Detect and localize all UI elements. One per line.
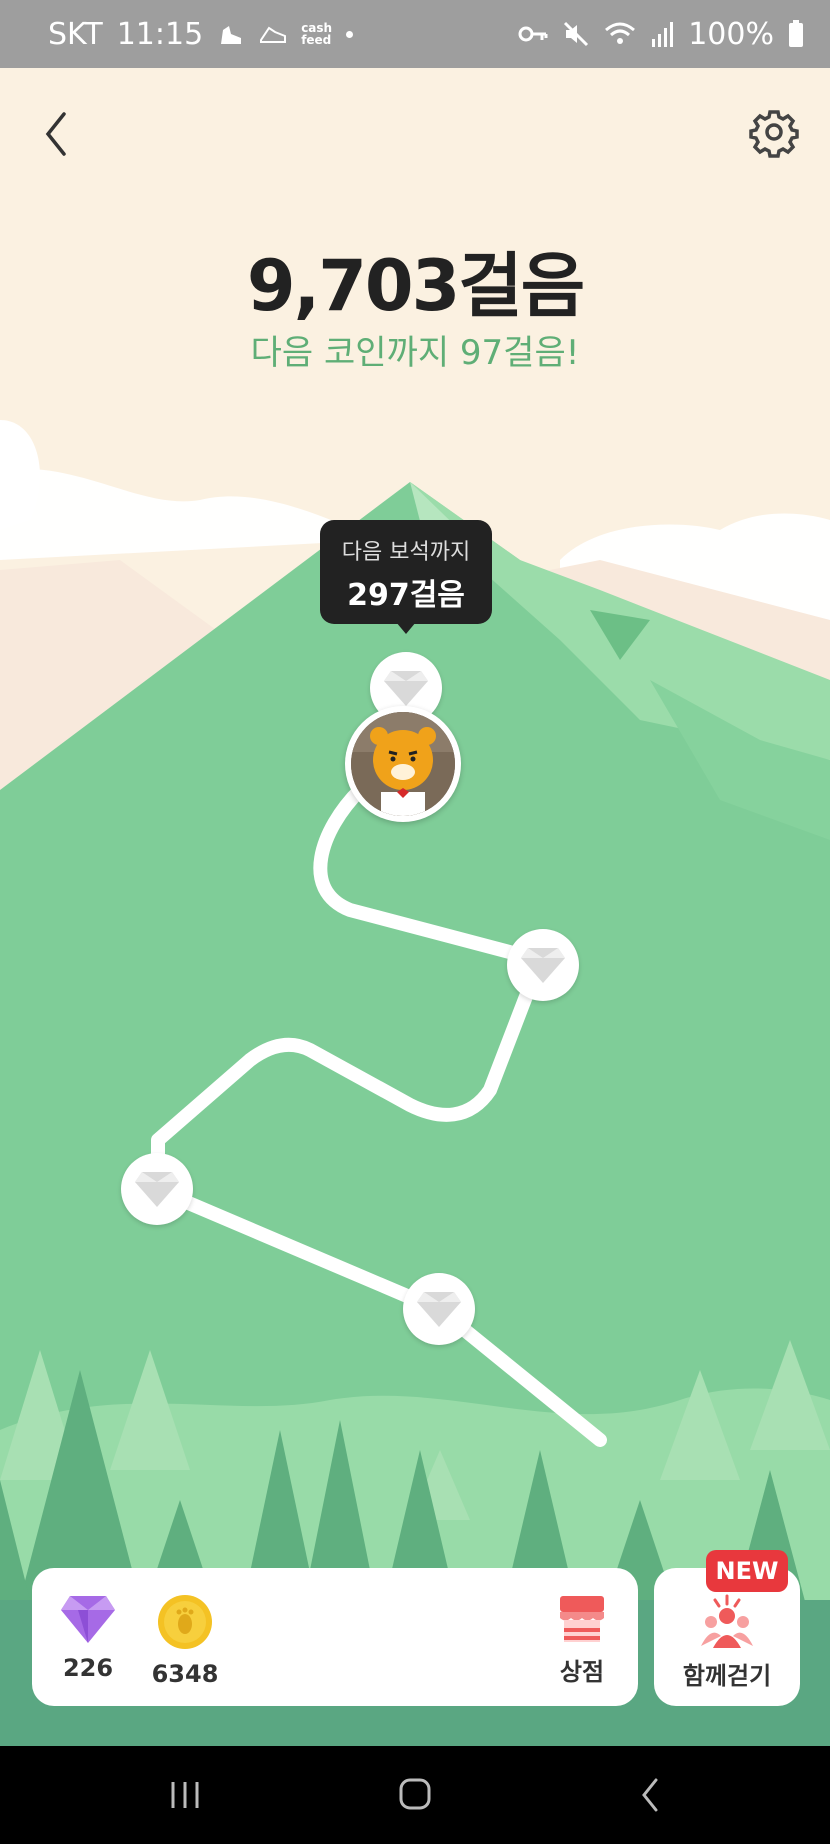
status-left: SKT 11:15 cash feed bbox=[48, 0, 354, 68]
coin-icon bbox=[158, 1595, 212, 1649]
carrier-label: SKT bbox=[48, 16, 103, 52]
coin-count: 6348 bbox=[151, 1660, 219, 1688]
battery-icon bbox=[788, 20, 804, 48]
system-nav-bar bbox=[0, 1746, 830, 1844]
step-count: 9,703걸음 bbox=[246, 245, 585, 327]
system-back-button[interactable] bbox=[620, 1772, 680, 1818]
home-button[interactable] bbox=[385, 1772, 445, 1818]
settings-button[interactable] bbox=[746, 104, 802, 160]
people-icon bbox=[701, 1594, 753, 1648]
status-bar: SKT 11:15 cash feed 100% bbox=[0, 0, 830, 68]
gem-node-3[interactable] bbox=[121, 1153, 193, 1225]
gem-count: 226 bbox=[62, 1654, 114, 1682]
tooltip-arrow bbox=[396, 622, 416, 634]
diamond-icon bbox=[61, 1596, 115, 1643]
diamond-icon bbox=[135, 1172, 179, 1207]
gem-balance[interactable]: 226 bbox=[58, 1594, 118, 1682]
shop-label: 상점 bbox=[559, 1658, 605, 1686]
clock: 11:15 bbox=[116, 16, 204, 52]
coin-balance[interactable]: 6348 bbox=[150, 1594, 220, 1688]
back-icon bbox=[642, 1778, 658, 1812]
gem-node-4[interactable] bbox=[403, 1273, 475, 1345]
key-icon bbox=[518, 24, 548, 44]
recents-button[interactable] bbox=[155, 1772, 215, 1818]
gem-node-2[interactable] bbox=[507, 929, 579, 1001]
tooltip-steps: 297걸음 bbox=[347, 578, 465, 613]
avatar[interactable] bbox=[345, 706, 461, 822]
shoe-icon bbox=[217, 20, 245, 48]
next-gem-tooltip: 다음 보석까지 297걸음 bbox=[320, 520, 492, 624]
tooltip-label: 다음 보석까지 bbox=[341, 540, 471, 565]
screen: SKT 11:15 cash feed 100% 9,703걸음 다음 코인까지… bbox=[0, 0, 830, 1844]
battery-percent: 100% bbox=[688, 16, 774, 52]
back-button[interactable] bbox=[36, 106, 76, 162]
wifi-icon bbox=[604, 20, 636, 48]
next-coin-message: 다음 코인까지 97걸음! bbox=[250, 333, 580, 373]
recents-icon bbox=[171, 1782, 199, 1808]
header bbox=[0, 68, 830, 188]
signal-icon bbox=[650, 21, 674, 47]
notification-dot bbox=[346, 30, 354, 38]
wallet-panel: 226 6348 상점 bbox=[32, 1568, 638, 1706]
new-badge: NEW bbox=[706, 1550, 788, 1592]
home-icon bbox=[399, 1778, 431, 1810]
sneaker-icon bbox=[259, 20, 287, 48]
mute-icon bbox=[562, 20, 590, 48]
status-right: 100% bbox=[518, 0, 804, 68]
gear-icon bbox=[749, 110, 799, 158]
avatar-image bbox=[351, 712, 455, 816]
diamond-icon bbox=[417, 1292, 461, 1327]
shop-button[interactable]: 상점 bbox=[552, 1592, 612, 1687]
diamond-icon bbox=[521, 948, 565, 983]
cash-feed-icon: cash feed bbox=[301, 21, 333, 47]
store-icon bbox=[560, 1596, 604, 1642]
diamond-icon bbox=[384, 671, 428, 706]
walk-together-label: 함께걷기 bbox=[682, 1662, 772, 1690]
chevron-left-icon bbox=[45, 112, 66, 156]
